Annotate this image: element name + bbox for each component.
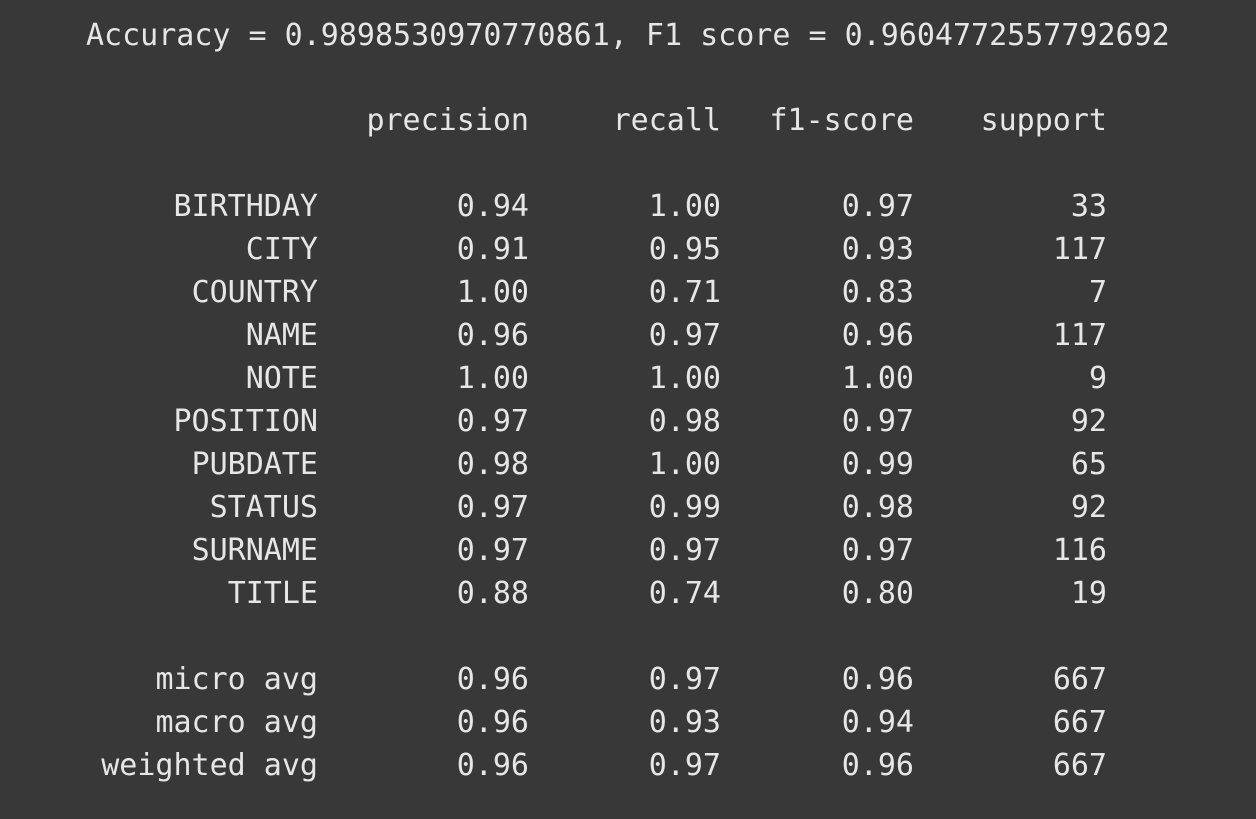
row-support: 116 bbox=[1052, 533, 1107, 568]
row-recall: 1.00 bbox=[648, 361, 721, 396]
report-row: BIRTHDAY 0.94 1.00 0.97 33 bbox=[0, 185, 1256, 228]
row-precision: 0.91 bbox=[456, 232, 529, 267]
row-label: CITY bbox=[245, 232, 318, 267]
row-support: 9 bbox=[1088, 361, 1107, 396]
average-row: weighted avg 0.96 0.97 0.96 667 bbox=[0, 744, 1256, 787]
average-row: macro avg 0.96 0.93 0.94 667 bbox=[0, 701, 1256, 744]
row-label: BIRTHDAY bbox=[173, 189, 319, 224]
average-precision: 0.96 bbox=[456, 748, 529, 783]
row-precision: 1.00 bbox=[456, 275, 529, 310]
header-f1-score: f1-score bbox=[769, 103, 915, 138]
row-label: COUNTRY bbox=[191, 275, 318, 310]
row-label: PUBDATE bbox=[191, 447, 318, 482]
row-precision: 0.94 bbox=[456, 189, 529, 224]
average-f1-score: 0.96 bbox=[841, 662, 914, 697]
average-f1-score: 0.96 bbox=[841, 748, 914, 783]
row-support: 117 bbox=[1052, 232, 1107, 267]
header-recall: recall bbox=[612, 103, 721, 138]
row-recall: 0.97 bbox=[648, 318, 721, 353]
average-precision: 0.96 bbox=[456, 662, 529, 697]
row-precision: 0.97 bbox=[456, 490, 529, 525]
row-f1-score: 1.00 bbox=[841, 361, 914, 396]
row-label: POSITION bbox=[173, 404, 319, 439]
row-recall: 0.99 bbox=[648, 490, 721, 525]
row-recall: 1.00 bbox=[648, 189, 721, 224]
classification-report: precision recall f1-score support BIRTHD… bbox=[0, 0, 1256, 819]
row-precision: 1.00 bbox=[456, 361, 529, 396]
row-precision: 0.97 bbox=[456, 404, 529, 439]
row-precision: 0.88 bbox=[456, 576, 529, 611]
average-support: 667 bbox=[1052, 748, 1107, 783]
row-precision: 0.96 bbox=[456, 318, 529, 353]
row-support: 65 bbox=[1070, 447, 1107, 482]
row-recall: 0.97 bbox=[648, 533, 721, 568]
row-precision: 0.97 bbox=[456, 533, 529, 568]
row-recall: 0.74 bbox=[648, 576, 721, 611]
row-f1-score: 0.97 bbox=[841, 533, 914, 568]
report-row: SURNAME 0.97 0.97 0.97 116 bbox=[0, 529, 1256, 572]
row-precision: 0.98 bbox=[456, 447, 529, 482]
average-recall: 0.97 bbox=[648, 662, 721, 697]
row-support: 19 bbox=[1070, 576, 1107, 611]
row-f1-score: 0.99 bbox=[841, 447, 914, 482]
report-row: STATUS 0.97 0.99 0.98 92 bbox=[0, 486, 1256, 529]
report-row: POSITION 0.97 0.98 0.97 92 bbox=[0, 400, 1256, 443]
row-f1-score: 0.93 bbox=[841, 232, 914, 267]
row-f1-score: 0.83 bbox=[841, 275, 914, 310]
row-f1-score: 0.97 bbox=[841, 189, 914, 224]
row-f1-score: 0.97 bbox=[841, 404, 914, 439]
row-recall: 1.00 bbox=[648, 447, 721, 482]
average-support: 667 bbox=[1052, 662, 1107, 697]
row-recall: 0.95 bbox=[648, 232, 721, 267]
row-recall: 0.98 bbox=[648, 404, 721, 439]
row-f1-score: 0.98 bbox=[841, 490, 914, 525]
row-support: 33 bbox=[1070, 189, 1107, 224]
report-header-row: precision recall f1-score support bbox=[0, 99, 1256, 142]
report-row: CITY 0.91 0.95 0.93 117 bbox=[0, 228, 1256, 271]
average-recall: 0.93 bbox=[648, 705, 721, 740]
console-output: Accuracy = 0.9898530970770861, F1 score … bbox=[0, 0, 1256, 819]
average-label: weighted avg bbox=[101, 748, 318, 783]
average-label: micro avg bbox=[155, 662, 318, 697]
row-label: SURNAME bbox=[191, 533, 318, 568]
average-label: macro avg bbox=[155, 705, 318, 740]
row-recall: 0.71 bbox=[648, 275, 721, 310]
row-f1-score: 0.96 bbox=[841, 318, 914, 353]
report-row: PUBDATE 0.98 1.00 0.99 65 bbox=[0, 443, 1256, 486]
average-precision: 0.96 bbox=[456, 705, 529, 740]
row-support: 92 bbox=[1070, 404, 1107, 439]
average-support: 667 bbox=[1052, 705, 1107, 740]
report-row: NOTE 1.00 1.00 1.00 9 bbox=[0, 357, 1256, 400]
report-row: TITLE 0.88 0.74 0.80 19 bbox=[0, 572, 1256, 615]
report-row: COUNTRY 1.00 0.71 0.83 7 bbox=[0, 271, 1256, 314]
row-support: 117 bbox=[1052, 318, 1107, 353]
average-f1-score: 0.94 bbox=[841, 705, 914, 740]
average-row: micro avg 0.96 0.97 0.96 667 bbox=[0, 658, 1256, 701]
header-precision: precision bbox=[366, 103, 529, 138]
row-support: 92 bbox=[1070, 490, 1107, 525]
average-recall: 0.97 bbox=[648, 748, 721, 783]
header-support: support bbox=[980, 103, 1107, 138]
row-support: 7 bbox=[1088, 275, 1107, 310]
row-label: NAME bbox=[245, 318, 318, 353]
row-label: STATUS bbox=[209, 490, 318, 525]
row-f1-score: 0.80 bbox=[841, 576, 914, 611]
row-label: TITLE bbox=[227, 576, 318, 611]
row-label: NOTE bbox=[245, 361, 318, 396]
report-row: NAME 0.96 0.97 0.96 117 bbox=[0, 314, 1256, 357]
